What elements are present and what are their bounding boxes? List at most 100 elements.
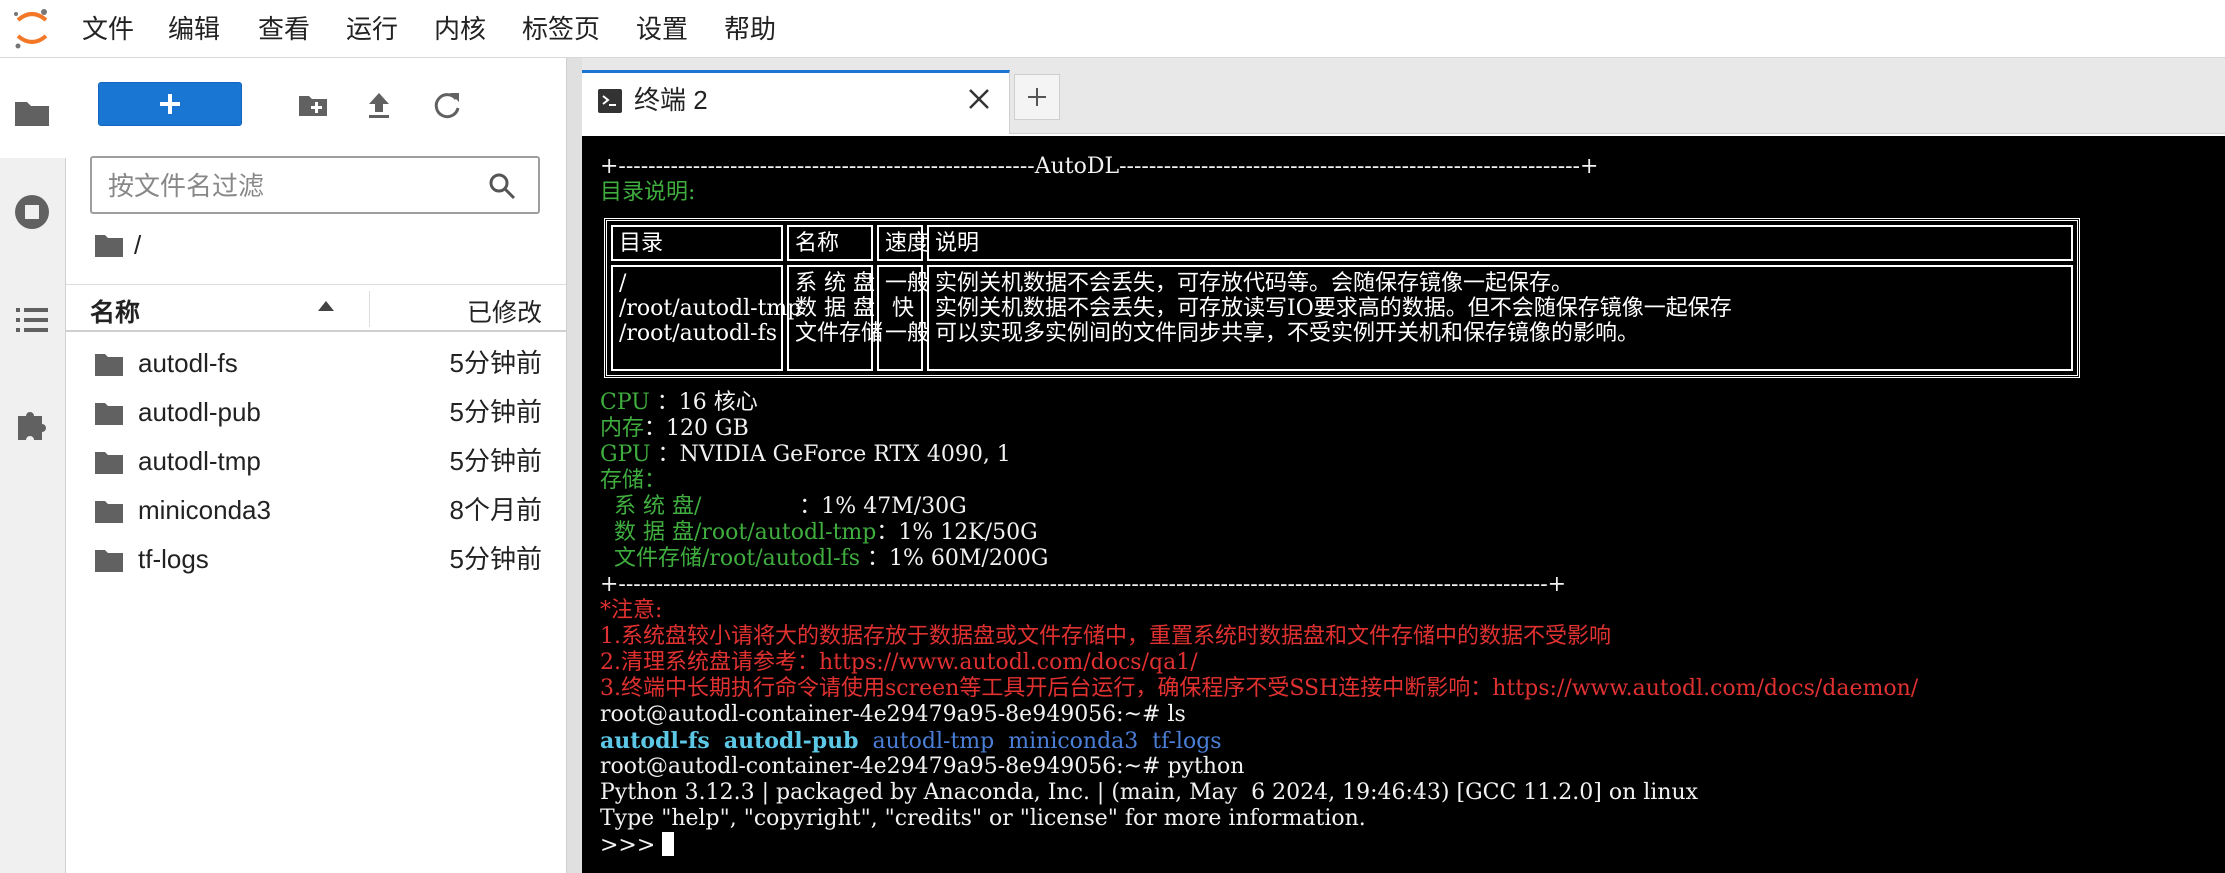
tab-label: 终端 2	[634, 85, 708, 115]
table-speeds: 一般 快 一般	[877, 265, 929, 371]
new-launcher-button[interactable]	[98, 82, 242, 126]
file-name: autodl-tmp	[138, 446, 261, 476]
menu-edit[interactable]: 编辑	[168, 10, 220, 48]
panel-splitter[interactable]	[566, 58, 582, 873]
puzzle-icon[interactable]	[12, 404, 52, 444]
file-browser: / 名称 已修改 autodl-fs 5分钟前 autodl-pub 5分钟前 …	[66, 58, 566, 873]
prompt-line: root@autodl-container-4e29479a95-8e94905…	[600, 702, 1186, 727]
menu-kernel[interactable]: 内核	[434, 10, 486, 48]
refresh-icon[interactable]	[430, 88, 464, 122]
python-prompt-text: >>>	[600, 833, 663, 858]
menu-run[interactable]: 运行	[346, 10, 398, 48]
file-name: autodl-pub	[138, 397, 261, 427]
gpu-value: ：NVIDIA GeForce RTX 4090, 1	[657, 442, 1011, 467]
ls-item: autodl-pub	[723, 728, 859, 754]
storage-disk-label: 文件存储/root/autodl-fs	[600, 546, 868, 571]
menu-bar: 文件 编辑 查看 运行 内核 标签页 设置 帮助	[0, 0, 2225, 58]
table-header-desc: 说明	[927, 225, 2073, 261]
plus-icon	[160, 94, 180, 114]
storage-disk-label: 数 据 盘/root/autodl-tmp	[600, 520, 877, 545]
storage-disk-value: ：1% 47M/30G	[799, 494, 967, 519]
table-descs: 实例关机数据不会丢失，可存放代码等。会随保存镜像一起保存。 实例关机数据不会丢失…	[927, 265, 2073, 371]
python-banner: Python 3.12.3 | packaged by Anaconda, In…	[600, 780, 1699, 805]
note-line: 2.清理系统盘请参考：https://www.autodl.com/docs/q…	[600, 650, 1198, 675]
table-dirs: / /root/autodl-tmp /root/autodl-fs	[611, 265, 801, 371]
add-tab-button[interactable]	[1014, 74, 1060, 120]
menu-settings[interactable]: 设置	[636, 10, 688, 48]
storage-line: 数 据 盘/root/autodl-tmp：1% 12K/50G	[600, 520, 1038, 546]
file-modified: 5分钟前	[449, 348, 542, 378]
ls-output: autodl-fs autodl-pub autodl-tmp minicond…	[600, 728, 1222, 755]
folder-icon	[95, 354, 123, 376]
close-icon[interactable]	[965, 85, 993, 113]
autodl-dir-table: 目录 名称 速度 说明 / /root/autodl-tmp /root/aut…	[604, 218, 2080, 378]
list-icon[interactable]	[12, 300, 52, 340]
table-names: 系 统 盘 数 据 盘 文件存储	[787, 265, 883, 371]
file-row[interactable]: autodl-tmp 5分钟前	[66, 438, 566, 486]
search-icon[interactable]	[488, 172, 516, 200]
menu-help[interactable]: 帮助	[724, 10, 776, 48]
file-name: tf-logs	[138, 544, 209, 574]
table-header-name: 名称	[787, 225, 873, 261]
column-modified-header[interactable]: 已修改	[467, 293, 542, 329]
file-row[interactable]: autodl-fs 5分钟前	[66, 340, 566, 388]
ls-item: autodl-tmp	[872, 729, 995, 754]
file-modified: 5分钟前	[449, 397, 542, 427]
cpu-line: CPU ：16 核心	[600, 390, 758, 416]
folder-icon	[95, 452, 123, 474]
column-divider[interactable]	[369, 291, 370, 327]
storage-disk-label: 系 统 盘/	[600, 494, 800, 519]
file-modified: 8个月前	[449, 495, 542, 525]
file-name: autodl-fs	[138, 348, 238, 378]
file-filter-input[interactable]	[106, 166, 480, 206]
file-row[interactable]: tf-logs 5分钟前	[66, 536, 566, 584]
storage-line: 文件存储/root/autodl-fs ：1% 60M/200G	[600, 546, 1048, 572]
dir-title: 目录说明:	[600, 180, 696, 205]
menu-tabs[interactable]: 标签页	[522, 10, 600, 48]
home-folder-icon[interactable]	[94, 232, 124, 258]
tab-bar: 终端 2	[582, 58, 2225, 134]
jupyter-logo-icon[interactable]	[10, 6, 54, 50]
menu-file[interactable]: 文件	[82, 10, 134, 48]
folder-icon[interactable]	[12, 92, 52, 132]
file-row[interactable]: autodl-pub 5分钟前	[66, 389, 566, 437]
file-row[interactable]: miniconda3 8个月前	[66, 487, 566, 535]
ls-item: autodl-fs	[600, 728, 710, 754]
note-line: 3.终端中长期执行命令请使用screen等工具开后台运行，确保程序不受SSH连接…	[600, 676, 1919, 701]
mem-line: 内存：120 GB	[600, 416, 749, 442]
file-modified: 5分钟前	[449, 544, 542, 574]
note-line: *注意:	[600, 598, 663, 623]
file-modified: 5分钟前	[449, 446, 542, 476]
folder-icon	[95, 550, 123, 572]
storage-line: 系 统 盘/ ：1% 47M/30G	[600, 494, 967, 520]
mem-label: 内存	[600, 416, 645, 441]
upload-icon[interactable]	[362, 88, 396, 122]
breadcrumb-root[interactable]: /	[134, 228, 141, 262]
cpu-label: CPU	[600, 390, 650, 415]
storage-label: 存储：	[600, 468, 667, 493]
stop-circle-icon[interactable]	[12, 192, 52, 232]
plus-icon	[1028, 88, 1046, 106]
banner-bottom: +---------------------------------------…	[600, 572, 1567, 597]
gpu-line: GPU ：NVIDIA GeForce RTX 4090, 1	[600, 442, 1011, 468]
tab-terminal-2[interactable]: 终端 2	[582, 70, 1010, 134]
menu-view[interactable]: 查看	[258, 10, 310, 48]
python-help-line: Type "help", "copyright", "credits" or "…	[600, 806, 1366, 831]
terminal[interactable]: +---------------------------------------…	[582, 134, 2225, 873]
storage-disk-value: ：1% 60M/200G	[867, 546, 1049, 571]
storage-disk-value: ：1% 12K/50G	[876, 520, 1038, 545]
table-header-dir: 目录	[611, 225, 783, 261]
ls-item: tf-logs	[1152, 729, 1222, 754]
file-name: miniconda3	[138, 495, 271, 525]
gpu-label: GPU	[600, 442, 651, 467]
new-folder-icon[interactable]	[296, 88, 330, 122]
python-prompt[interactable]: >>>	[600, 832, 675, 859]
terminal-cursor	[662, 832, 675, 856]
sort-ascending-icon[interactable]	[318, 301, 334, 311]
activity-bar	[0, 58, 66, 873]
mem-value: ：120 GB	[644, 416, 749, 441]
column-name-header[interactable]: 名称	[90, 293, 140, 329]
file-list-header: 名称 已修改	[66, 284, 566, 332]
note-line: 1.系统盘较小请将大的数据存放于数据盘或文件存储中，重置系统时数据盘和文件存储中…	[600, 624, 1611, 649]
file-filter-box	[90, 156, 540, 214]
